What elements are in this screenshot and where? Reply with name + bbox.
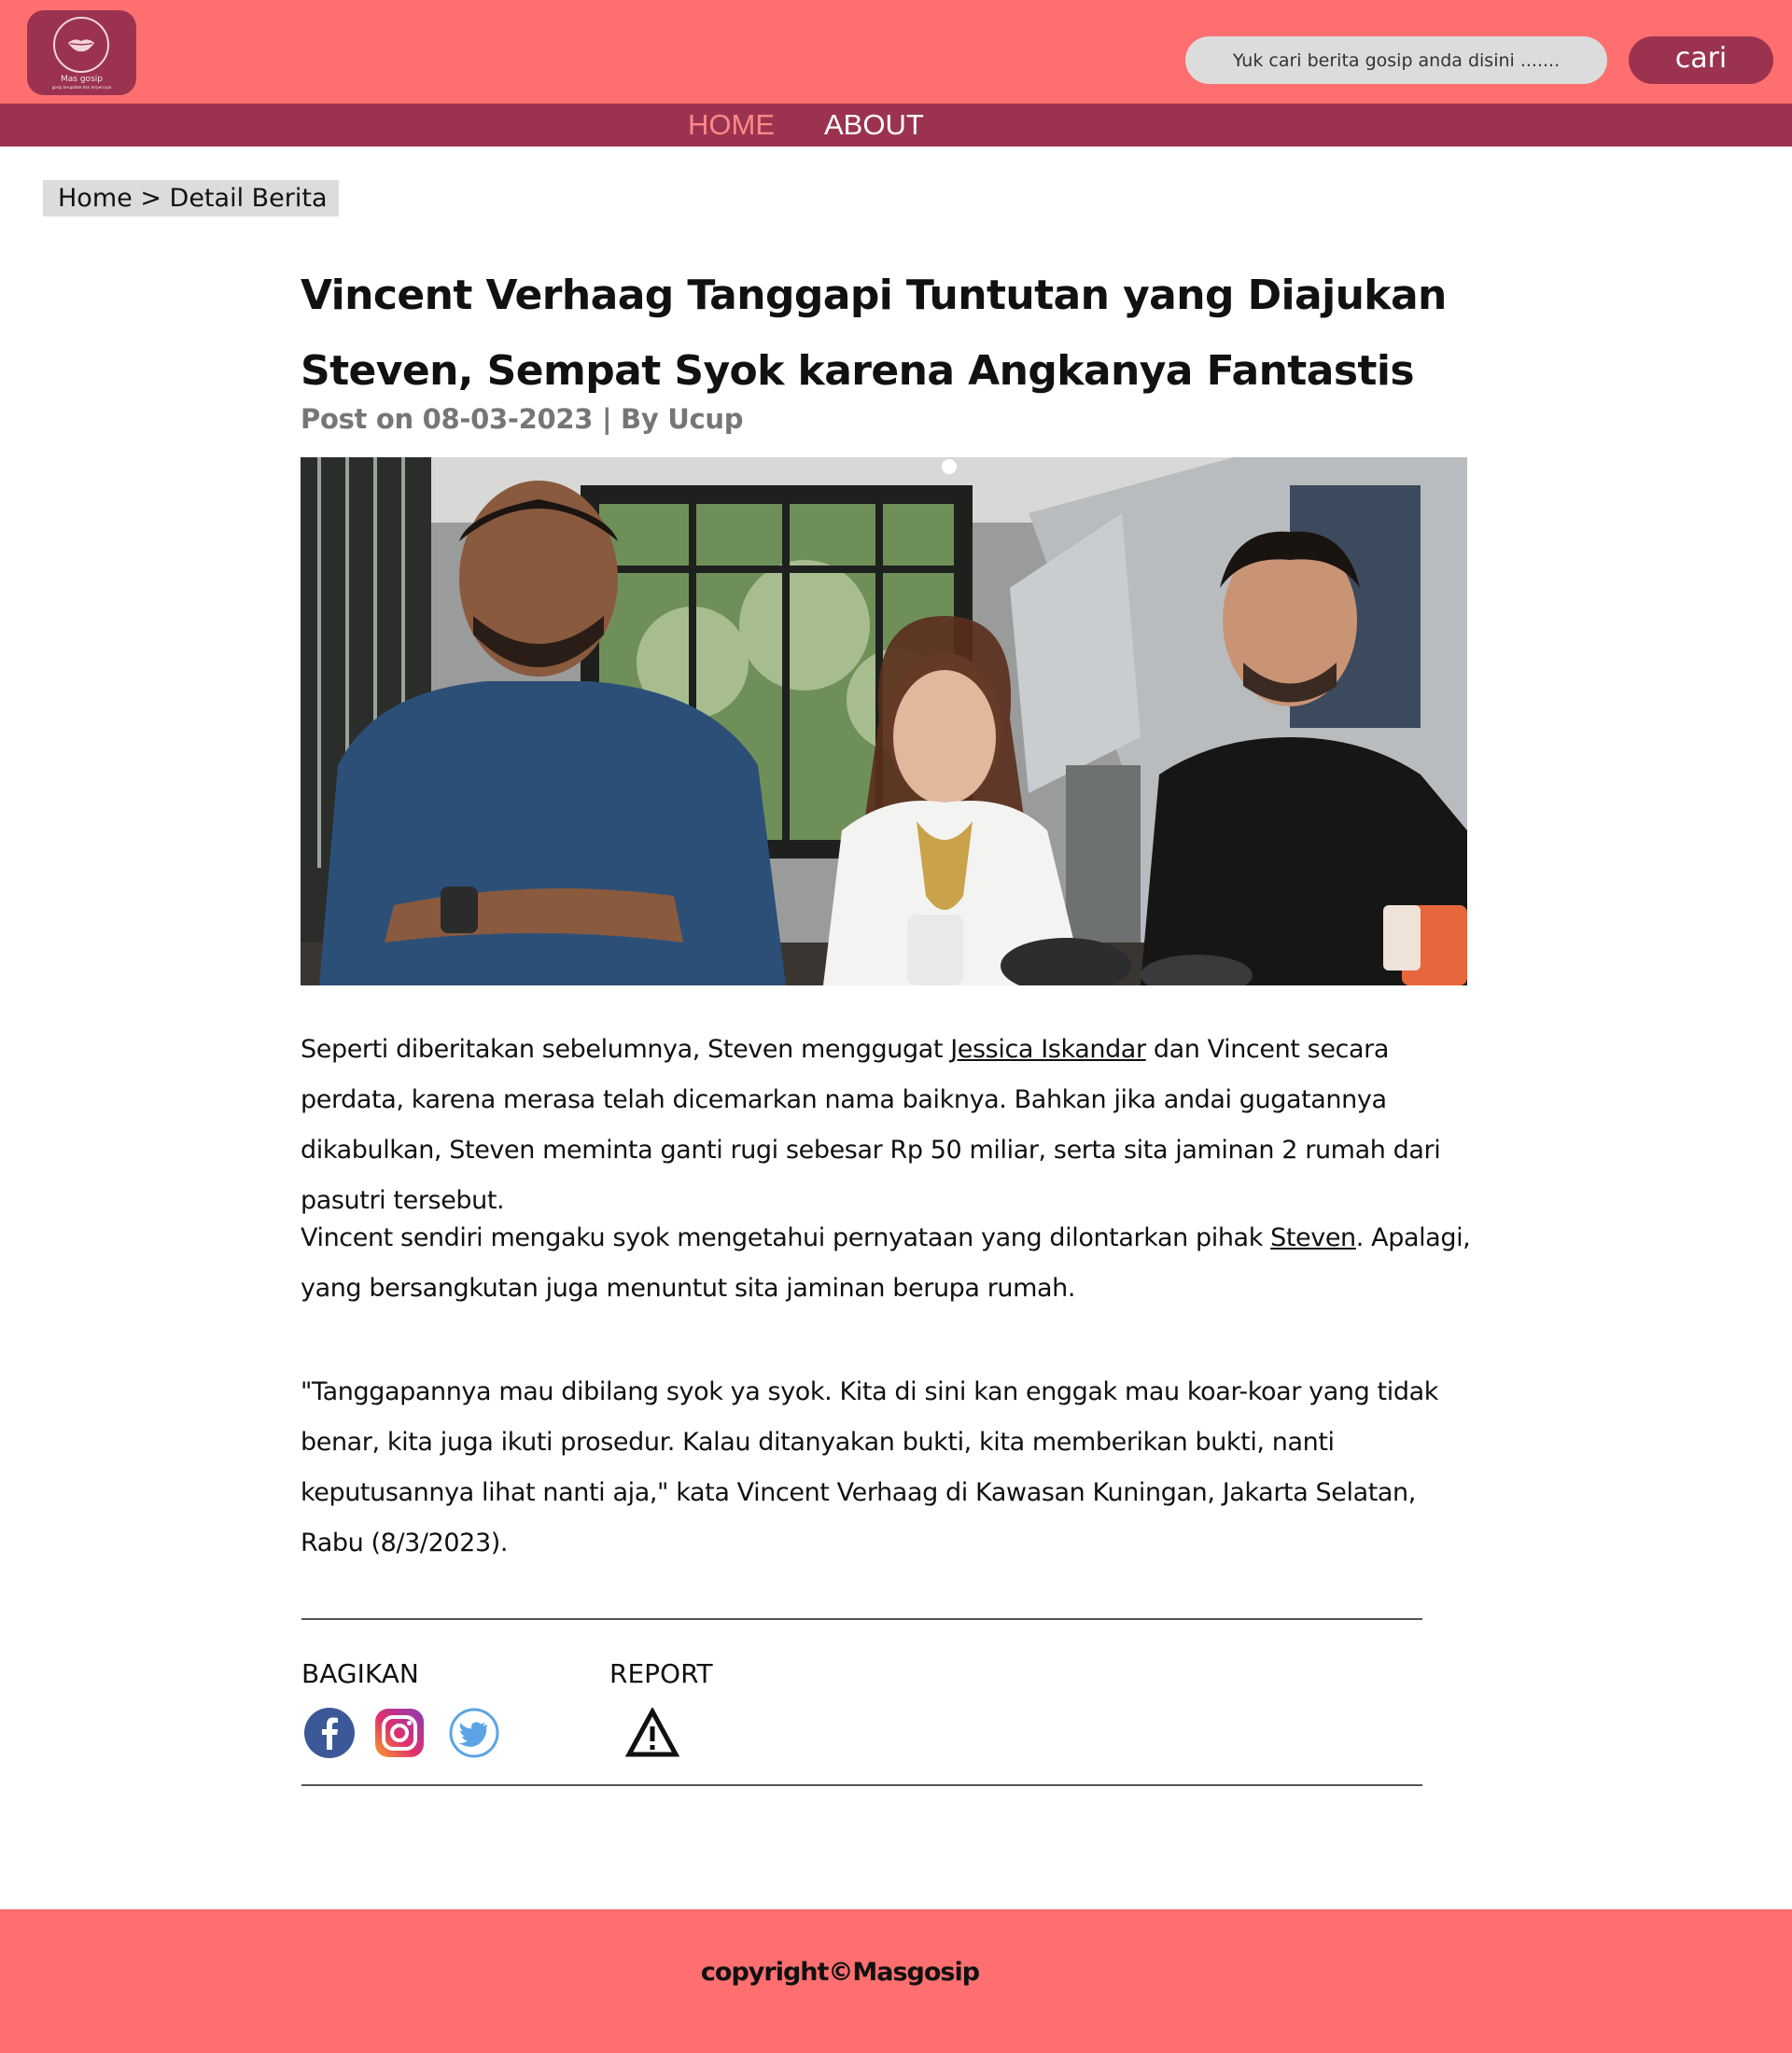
link-steven[interactable]: Steven <box>1270 1223 1356 1252</box>
article-meta: Post on 08-03-2023 | By Ucup <box>301 403 744 435</box>
facebook-icon[interactable] <box>303 1707 356 1759</box>
article-paragraph-2: Vincent sendiri mengaku syok mengetahui … <box>301 1213 1486 1314</box>
twitter-icon[interactable] <box>448 1707 500 1759</box>
logo-name: Mas gosip <box>61 75 103 84</box>
search-button[interactable]: cari <box>1629 36 1773 84</box>
link-jessica-iskandar[interactable]: Jessica Iskandar <box>950 1035 1146 1064</box>
main-nav: HOME ABOUT <box>0 104 1792 147</box>
article-paragraph-1: Seperti diberitakan sebelumnya, Steven m… <box>301 1025 1486 1226</box>
report-label: REPORT <box>609 1658 713 1689</box>
search-input[interactable] <box>1185 36 1607 84</box>
breadcrumb-separator: > <box>132 184 170 213</box>
breadcrumb: Home > Detail Berita <box>43 180 339 216</box>
logo-tagline: gosip terupdate dan terpercaya <box>51 85 112 90</box>
article-title: Vincent Verhaag Tanggapi Tuntutan yang D… <box>301 272 1447 395</box>
p1-text-start: Seperti diberitakan sebelumnya, Steven m… <box>301 1035 951 1064</box>
breadcrumb-home[interactable]: Home <box>58 184 133 213</box>
share-label: BAGIKAN <box>301 1658 419 1689</box>
instagram-icon[interactable] <box>373 1707 426 1759</box>
lips-icon <box>68 39 94 52</box>
divider-top <box>301 1618 1422 1620</box>
article-paragraph-3: "Tanggapannya mau dibilang syok ya syok.… <box>301 1377 1438 1557</box>
copyright-text: copyright©Masgosip <box>700 1958 980 1987</box>
site-logo[interactable]: Mas gosip gosip terupdate dan terpercaya <box>27 10 136 95</box>
divider-bottom <box>301 1784 1422 1786</box>
breadcrumb-current: Detail Berita <box>169 184 328 213</box>
footer: copyright©Masgosip <box>0 1909 1792 2053</box>
warning-icon[interactable] <box>625 1708 679 1758</box>
p2-text-start: Vincent sendiri mengaku syok mengetahui … <box>301 1223 1271 1252</box>
header: Mas gosip gosip terupdate dan terpercaya… <box>0 0 1792 104</box>
photo-illustration <box>301 457 1467 985</box>
article-photo <box>301 457 1467 985</box>
nav-home[interactable]: HOME <box>688 106 775 144</box>
nav-about[interactable]: ABOUT <box>824 106 924 144</box>
logo-circle <box>53 17 109 73</box>
